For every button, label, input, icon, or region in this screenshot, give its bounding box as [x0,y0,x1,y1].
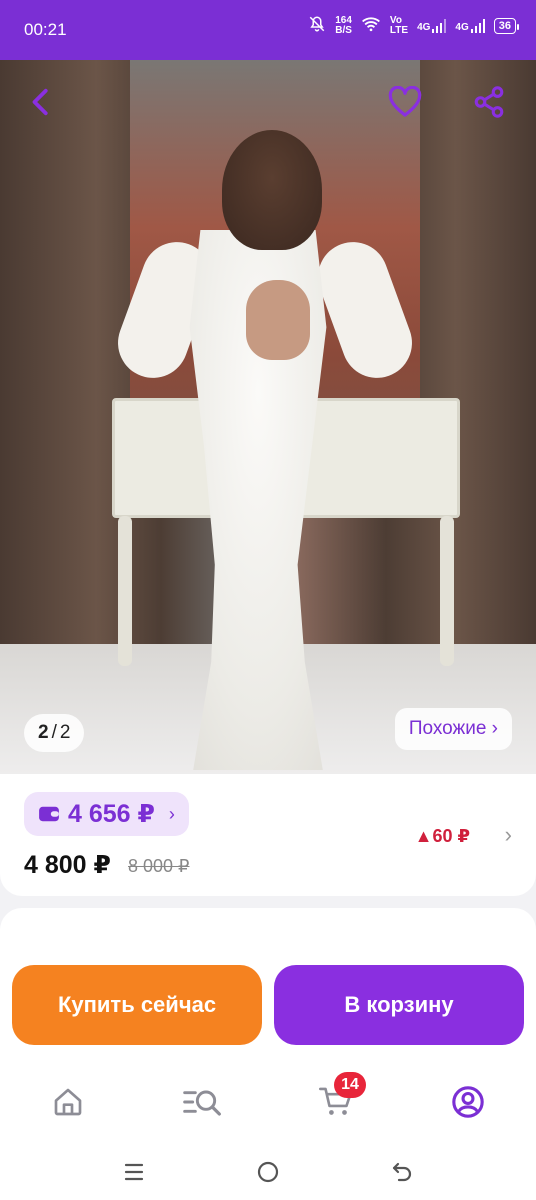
photo-back-cutout [246,280,310,360]
image-counter-total: 2 [59,722,71,743]
nav-home[interactable] [44,1078,92,1126]
price-card: 4 656 ₽ › 4 800 ₽ 8 000 ₽ ▲60 ₽ › [0,774,536,896]
add-to-cart-button[interactable]: В корзину [274,965,524,1045]
wallet-price: 4 656 ₽ [68,800,155,828]
system-navigation-bar [0,1144,536,1200]
volte-indicator: Vo LTE [389,14,409,36]
chevron-right-icon: › [168,803,175,824]
price-drop[interactable]: ▲60 ₽ [415,826,470,847]
photo-dresser-leg [440,516,454,666]
buy-now-button[interactable]: Купить сейчас [12,965,262,1045]
signal-bars-icon [432,18,447,33]
image-counter: 2 / 2 [24,714,85,752]
signal-1-label: 4G [417,21,431,33]
signal-2: 4G [455,18,485,33]
favorite-button[interactable] [384,82,426,122]
photo-dresser-leg [118,516,132,666]
status-time: 00:21 [24,20,67,39]
home-system-button[interactable] [250,1156,286,1188]
signal-bars-icon [470,18,485,33]
back-system-button[interactable] [384,1156,420,1188]
image-counter-current: 2 [38,722,49,743]
nav-catalog[interactable] [178,1078,226,1126]
back-arrow-icon [32,88,48,116]
net-speed-unit: B/S [335,24,352,36]
signal-1: 4G [417,18,447,33]
image-counter-separator: / [51,722,57,743]
circle-icon [257,1161,279,1183]
cart-badge: 14 [334,1072,366,1098]
return-icon [392,1162,412,1182]
back-button[interactable] [22,82,62,122]
volte-top: Vo [389,14,402,26]
bottom-navigation [0,1058,536,1144]
menu-icon [124,1163,144,1181]
battery-icon: 36 [493,17,520,34]
catalog-search-icon [183,1090,221,1116]
status-indicators: 164 B/S Vo LTE 4G 4G 36 [308,14,520,36]
net-speed-value: 164 [335,14,352,26]
product-image-gallery[interactable] [0,60,536,774]
photo-hair [222,130,322,250]
wallet-price-button[interactable]: 4 656 ₽ › [24,792,189,836]
net-speed: 164 B/S [335,14,352,36]
similar-items-button[interactable]: Похожие › [394,708,512,750]
recent-apps-button[interactable] [116,1156,152,1188]
status-bar: 00:21 164 B/S Vo LTE 4G 4G 36 [0,0,536,60]
wallet-icon [39,806,59,822]
signal-2-label: 4G [455,21,469,33]
chevron-right-icon[interactable]: › [505,822,512,848]
wifi-icon [361,16,381,35]
profile-icon [452,1086,484,1118]
heart-icon [388,86,422,117]
home-icon [54,1088,82,1116]
nav-profile[interactable] [444,1078,492,1126]
mute-icon [308,15,326,36]
share-icon [474,86,504,118]
volte-bottom: LTE [389,24,409,36]
old-price: 8 000 ₽ [128,856,190,876]
share-button[interactable] [468,82,510,122]
current-price: 4 800 ₽ [24,851,111,879]
